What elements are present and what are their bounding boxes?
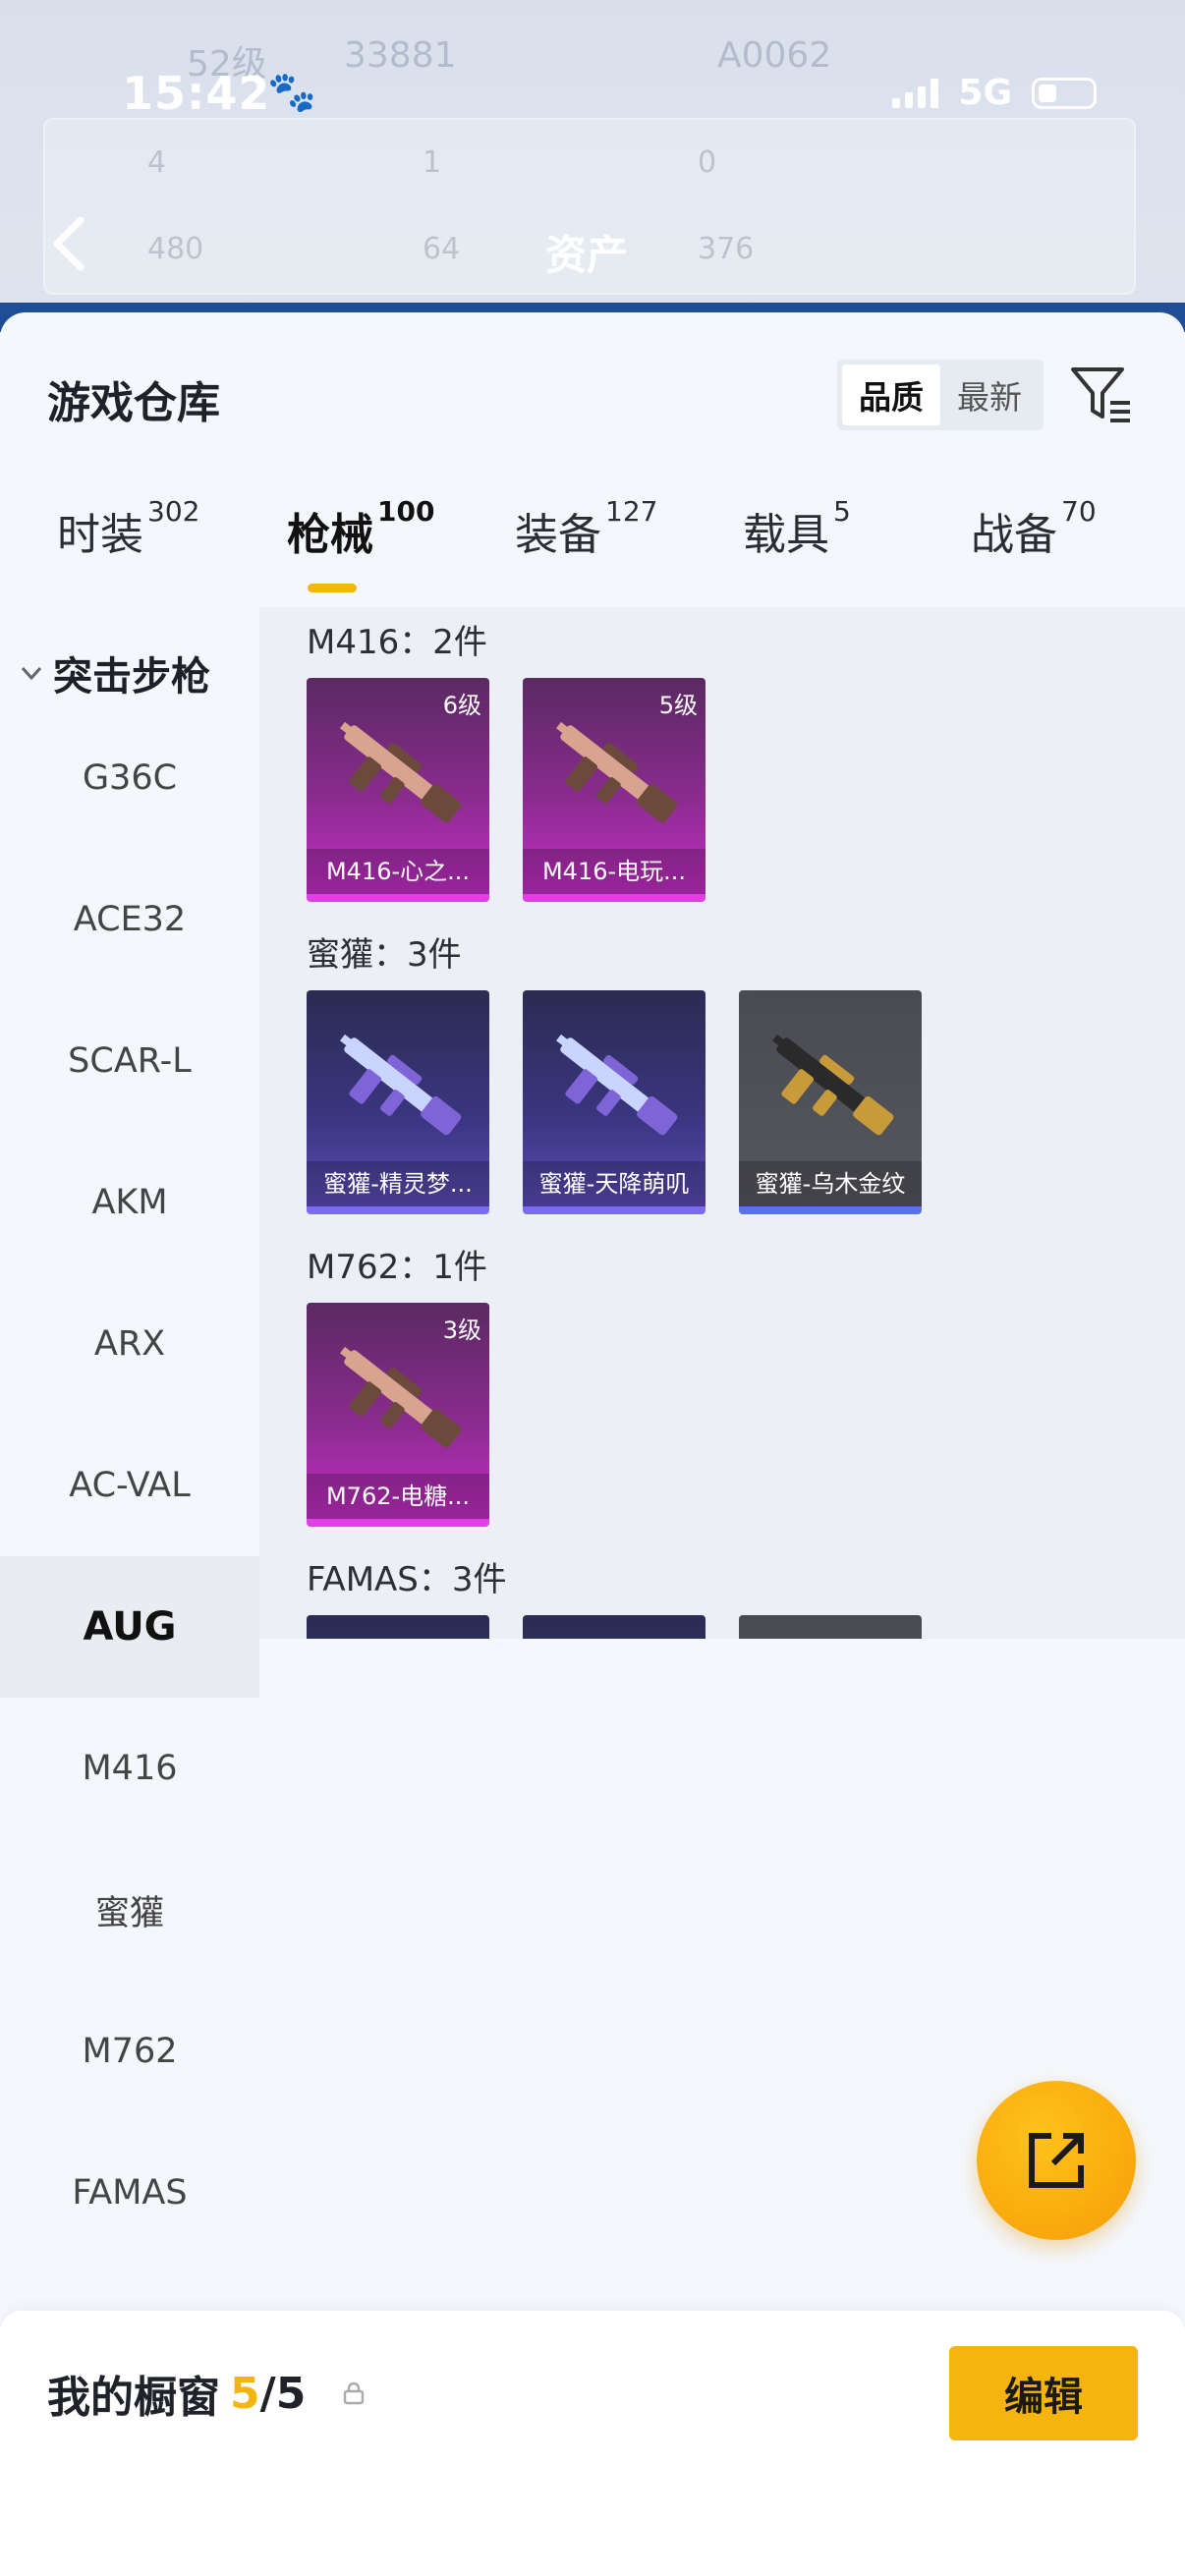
tab-count: 302 [147, 495, 200, 528]
skin-level-badge: 6级 [442, 692, 481, 719]
category-item[interactable]: ARX [0, 1273, 259, 1415]
filter-icon[interactable] [1069, 362, 1134, 426]
weapon-skin-card[interactable]: 蜜獾-乌木金纹 [739, 990, 922, 1214]
tab-label: 时装 [57, 510, 143, 560]
tab-count: 5 [833, 495, 851, 528]
faded-score: 33881 [344, 35, 457, 76]
weapon-skin-card[interactable]: Famas-墨龙... [523, 1615, 705, 1639]
weapon-skin-card[interactable]: 6级 M416-心之... [307, 678, 489, 902]
faded-stat-6: 376 [698, 232, 755, 266]
tab-firearms[interactable]: 枪械 100 [287, 495, 434, 562]
tab-count: 100 [377, 495, 435, 528]
skin-name: M416-电玩... [523, 849, 705, 894]
status-time: 15:42 [122, 67, 271, 120]
faded-stat-3: 0 [698, 145, 717, 180]
category-item[interactable]: 蜜獾 [0, 1839, 259, 1981]
paw-icon: 🐾 [267, 70, 316, 115]
active-tab-indicator [308, 584, 357, 592]
category-item[interactable]: AKM [0, 1132, 259, 1273]
skin-name: M762-电糖... [307, 1474, 489, 1519]
showcase-total: /5 [259, 2368, 307, 2419]
weapon-grid: M416：2件 6级 M416-心之... 5级 M416-电玩... 蜜獾：3件蜜獾-精… [259, 607, 1185, 1639]
faded-stat-4: 480 [147, 232, 204, 266]
faded-stat-2: 1 [423, 145, 442, 180]
rifle-icon [556, 721, 678, 823]
showcase-label: 我的橱窗 5 /5 [47, 2362, 367, 2425]
skin-name: 蜜獾-乌木金纹 [739, 1161, 922, 1206]
category-tabs: 时装 302 枪械 100 装备 127 载具 5 战备 70 [0, 495, 1185, 607]
group-title: FAMAS：3件 [307, 1560, 507, 1599]
category-item[interactable]: SCAR-L [0, 990, 259, 1132]
share-button[interactable] [977, 2081, 1136, 2240]
weapon-skin-card[interactable]: 蜜獾-天降萌叽 [523, 990, 705, 1214]
group-title: 蜜獾：3件 [307, 935, 462, 975]
sheet-title: 游戏仓库 [47, 378, 220, 428]
network-type: 5G [958, 73, 1012, 113]
faded-stat-1: 4 [147, 145, 167, 180]
faded-id: A0062 [717, 35, 832, 76]
tab-equipment[interactable]: 装备 127 [515, 495, 657, 562]
status-indicators: 5G [892, 73, 1097, 113]
battery-icon [1032, 77, 1097, 109]
category-item[interactable]: G36C [0, 707, 259, 849]
showcase-title: 我的橱窗 [47, 2373, 220, 2423]
edit-button[interactable]: 编辑 [949, 2346, 1138, 2440]
category-item[interactable]: M416 [0, 1698, 259, 1839]
category-item[interactable]: ACE32 [0, 849, 259, 990]
weapon-skin-card[interactable]: Famas-霓彩... [307, 1615, 489, 1639]
rifle-icon [340, 1034, 462, 1136]
tab-count: 70 [1061, 495, 1097, 528]
weapon-skin-card[interactable]: Famas-乌木... [739, 1615, 922, 1639]
skin-level-badge: 5级 [658, 692, 698, 719]
back-arrow-icon[interactable] [49, 214, 88, 273]
category-item-active[interactable]: AUG [0, 1556, 259, 1698]
category-heading-label: 突击步枪 [53, 654, 210, 700]
sort-toggle: 品质 最新 [837, 360, 1044, 430]
tab-label: 枪械 [287, 510, 373, 560]
sort-latest-button[interactable]: 最新 [940, 364, 1039, 425]
group-title: M762：1件 [307, 1248, 487, 1287]
page-title: 资产 [545, 231, 629, 279]
skin-name: M416-心之... [307, 849, 489, 894]
rifle-icon [772, 1034, 894, 1136]
rifle-icon [556, 1034, 678, 1136]
category-heading[interactable]: 突击步枪 [18, 644, 210, 701]
tab-label: 载具 [743, 510, 829, 560]
category-item[interactable]: FAMAS [0, 2122, 259, 2264]
skin-name: 蜜獾-精灵梦... [307, 1161, 489, 1206]
tab-gear[interactable]: 战备 70 [971, 495, 1097, 562]
skin-name: 蜜獾-天降萌叽 [523, 1161, 705, 1206]
category-item[interactable]: AC-VAL [0, 1415, 259, 1556]
weapon-category-list: 突击步枪 G36C ACE32 SCAR-L AKM ARX AC-VAL AU… [0, 607, 259, 2212]
tab-label: 装备 [515, 510, 601, 560]
skin-level-badge: 3级 [442, 1316, 481, 1344]
signal-icon [892, 78, 939, 108]
showcase-count: 5 [230, 2368, 260, 2419]
tab-vehicles[interactable]: 载具 5 [743, 495, 851, 562]
rifle-icon [340, 721, 462, 823]
showcase-bar: 我的橱窗 5 /5 编辑 [0, 2311, 1185, 2576]
warehouse-sheet: 游戏仓库 品质 最新 时装 302 枪械 100 装备 127 载具 5 战备 70 突击… [0, 312, 1185, 2576]
tab-label: 战备 [971, 510, 1057, 560]
weapon-skin-card[interactable]: 3级 M762-电糖... [307, 1303, 489, 1527]
weapon-skin-card[interactable]: 5级 M416-电玩... [523, 678, 705, 902]
tab-fashion[interactable]: 时装 302 [57, 495, 199, 562]
tab-count: 127 [605, 495, 658, 528]
group-title: M416：2件 [307, 623, 487, 662]
category-item[interactable]: M762 [0, 1981, 259, 2122]
sort-quality-button[interactable]: 品质 [842, 364, 940, 425]
chevron-down-icon [21, 666, 42, 681]
rifle-icon [340, 1346, 462, 1448]
weapon-skin-card[interactable]: 蜜獾-精灵梦... [307, 990, 489, 1214]
faded-stat-5: 64 [423, 232, 461, 266]
lock-icon [344, 2381, 365, 2405]
share-icon [1029, 2133, 1084, 2188]
